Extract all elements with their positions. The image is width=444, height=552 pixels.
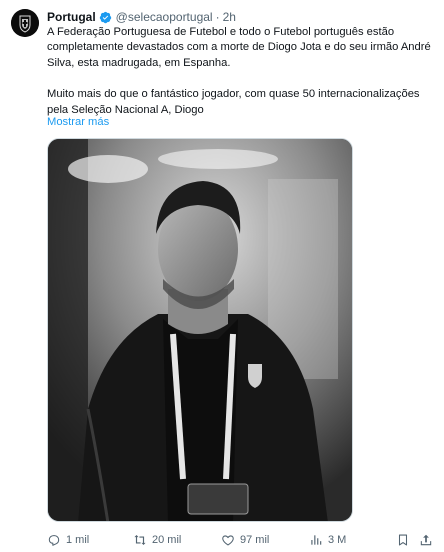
user-handle[interactable]: @selecaoportugal: [116, 9, 213, 25]
tweet-photo[interactable]: [47, 138, 353, 522]
tweet-paragraph: Muito mais do que o fantástico jogador, …: [47, 88, 420, 116]
views-chart-icon: [311, 535, 322, 545]
tweet[interactable]: Portugal @selecaoportugal · 2h A Federaç…: [0, 0, 444, 552]
retweet-icon: [134, 535, 146, 545]
show-more-link[interactable]: Mostrar más: [47, 115, 109, 130]
tweet-header: Portugal @selecaoportugal · 2h: [47, 9, 432, 25]
verified-badge-icon: [99, 11, 112, 24]
retweet-button[interactable]: 20 mil: [133, 533, 181, 547]
retweet-count: 20 mil: [152, 534, 182, 546]
share-icon: [420, 534, 432, 546]
views-button[interactable]: 3 M: [309, 533, 346, 547]
fpf-crest-icon: [11, 9, 39, 37]
tweet-text: A Federação Portuguesa de Futebol e todo…: [47, 25, 433, 118]
timestamp[interactable]: 2h: [223, 9, 236, 25]
like-count: 97 mil: [240, 534, 270, 546]
reply-button[interactable]: 1 mil: [47, 533, 89, 547]
heart-icon: [222, 535, 234, 546]
views-count: 3 M: [328, 534, 347, 546]
tweet-paragraph: A Federação Portuguesa de Futebol e todo…: [47, 26, 431, 69]
reply-icon: [48, 535, 60, 546]
player-photo: [48, 139, 352, 521]
reply-count: 1 mil: [66, 534, 90, 546]
bookmark-icon: [398, 534, 408, 546]
share-button[interactable]: [419, 533, 433, 547]
action-bar: 1 mil 20 mil 97 mil 3 M: [47, 531, 433, 549]
separator-dot: ·: [215, 10, 220, 24]
bookmark-button[interactable]: [396, 533, 410, 547]
display-name[interactable]: Portugal: [47, 9, 96, 25]
like-button[interactable]: 97 mil: [221, 533, 269, 547]
avatar[interactable]: [11, 9, 39, 37]
